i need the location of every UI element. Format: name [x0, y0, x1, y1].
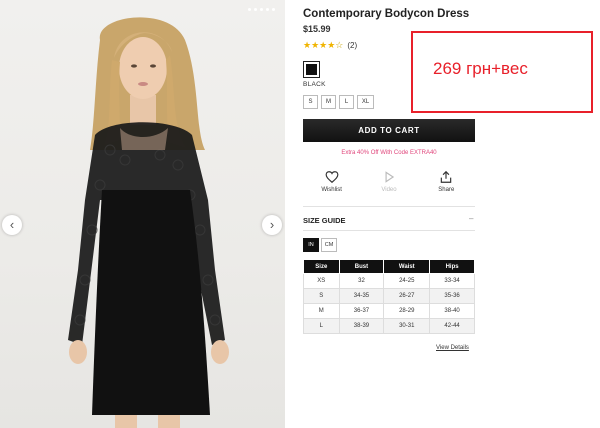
divider [303, 230, 475, 231]
chevron-right-icon: › [269, 217, 275, 232]
selected-color-label: BLACK [303, 81, 326, 88]
product-image[interactable]: ‹ › [0, 0, 285, 428]
wishlist-button[interactable]: Wishlist [312, 170, 352, 193]
product-actions: Wishlist Video Share [303, 170, 475, 193]
table-cell: 42-44 [429, 318, 475, 334]
size-selector: S M L XL [303, 95, 374, 109]
gallery-dot[interactable] [272, 8, 275, 11]
color-swatch-black[interactable] [303, 61, 320, 78]
unit-in-button[interactable]: IN [303, 238, 319, 252]
prev-image-button[interactable]: ‹ [2, 215, 22, 235]
column-header: Waist [383, 259, 431, 274]
divider [303, 206, 475, 207]
table-row: M 36-37 28-29 38-40 [303, 303, 475, 319]
gallery-dots[interactable] [248, 8, 275, 11]
product-rating[interactable]: ★★★★☆ (2) [303, 40, 357, 51]
table-cell: 26-27 [383, 288, 431, 304]
unit-toggle: IN CM [303, 238, 337, 252]
video-button[interactable]: Video [369, 170, 409, 193]
table-cell: 24-25 [383, 273, 431, 289]
next-image-button[interactable]: › [262, 215, 282, 235]
column-header: Hips [429, 259, 475, 274]
table-cell: 35-36 [429, 288, 475, 304]
wishlist-label: Wishlist [321, 187, 342, 193]
price-annotation-box: 269 грн+вес [411, 31, 593, 113]
table-cell: 38-39 [338, 318, 385, 334]
add-to-cart-button[interactable]: ADD TO CART [303, 119, 475, 142]
video-label: Video [381, 187, 397, 193]
column-header: Size [303, 259, 340, 274]
model-photo [68, 17, 229, 428]
table-cell: 28-29 [383, 303, 431, 319]
heart-icon [325, 171, 339, 184]
price-annotation-text: 269 грн+вес [433, 59, 528, 78]
table-row: S 34-35 26-27 35-36 [303, 288, 475, 304]
table-cell: XS [303, 273, 340, 289]
table-cell: S [303, 288, 340, 304]
table-cell: 34-35 [338, 288, 385, 304]
rating-stars-icon: ★★★★☆ [303, 40, 344, 50]
table-cell: 30-31 [383, 318, 431, 334]
size-guide-table: Size Bust Waist Hips XS 32 24-25 33-34 S… [303, 259, 475, 334]
share-button[interactable]: Share [426, 170, 466, 193]
share-label: Share [438, 187, 455, 193]
chevron-left-icon: ‹ [9, 217, 15, 232]
gallery-dot[interactable] [254, 8, 257, 11]
collapse-icon[interactable]: – [469, 214, 473, 223]
table-header-row: Size Bust Waist Hips [303, 259, 475, 274]
rating-count: (2) [347, 41, 358, 50]
unit-cm-button[interactable]: CM [321, 238, 337, 252]
gallery-dot[interactable] [248, 8, 251, 11]
gallery-dot[interactable] [260, 8, 263, 11]
promo-text: Extra 40% Off With Code EXTRA40 [341, 150, 437, 156]
table-cell: M [303, 303, 340, 319]
size-option-l[interactable]: L [339, 95, 354, 109]
play-icon [385, 171, 395, 183]
table-cell: 38-40 [429, 303, 475, 319]
size-option-m[interactable]: M [321, 95, 336, 109]
product-title: Contemporary Bodycon Dress [303, 8, 470, 20]
column-header: Bust [338, 259, 385, 274]
table-row: L 38-39 30-31 42-44 [303, 318, 475, 334]
product-price: $15.99 [303, 24, 331, 34]
table-cell: 36-37 [338, 303, 385, 319]
table-row: XS 32 24-25 33-34 [303, 273, 475, 289]
table-cell: 32 [338, 273, 385, 289]
size-option-s[interactable]: S [303, 95, 318, 109]
table-cell: 33-34 [429, 273, 475, 289]
view-details-link[interactable]: View Details [436, 345, 469, 351]
size-guide-heading[interactable]: SIZE GUIDE [303, 216, 346, 225]
gallery-dot[interactable] [266, 8, 269, 11]
size-option-xl[interactable]: XL [357, 95, 374, 109]
table-cell: L [303, 318, 340, 334]
share-icon [441, 170, 452, 183]
